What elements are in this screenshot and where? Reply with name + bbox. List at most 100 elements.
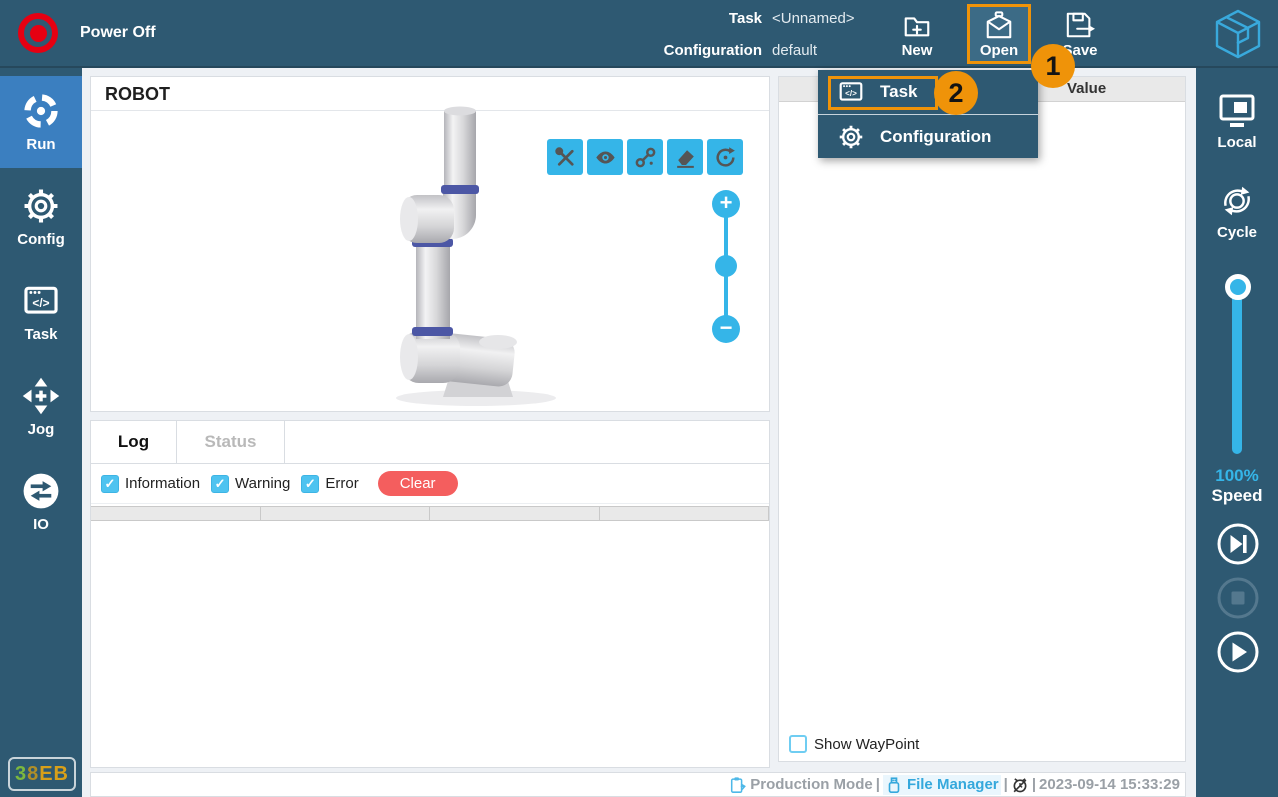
usb-drive-icon (885, 776, 903, 794)
zoom-in-button[interactable]: + (712, 190, 740, 218)
zoom-out-button[interactable]: − (712, 315, 740, 343)
menu-item-label: Configuration (880, 127, 991, 147)
eye-icon (593, 145, 618, 170)
sidebar-item-io[interactable]: IO (0, 456, 82, 548)
sidebar-item-task[interactable]: </> Task (0, 266, 82, 358)
badge-digit: EB (39, 763, 69, 786)
new-button[interactable]: New (885, 4, 949, 64)
svg-text:</>: </> (32, 296, 49, 310)
zoom-slider-handle[interactable] (715, 255, 737, 277)
visibility-button[interactable] (587, 139, 623, 175)
filter-error[interactable]: ✓ Error (301, 475, 358, 493)
sidebar-item-run[interactable]: Run (0, 76, 82, 168)
badge-digit: 3 (15, 763, 27, 786)
clear-log-button[interactable]: Clear (378, 471, 458, 496)
monitor-icon (1216, 92, 1258, 130)
hex-id-badge[interactable]: 38EB (8, 757, 76, 791)
io-swap-icon (22, 472, 60, 510)
robot-panel: ROBOT (90, 76, 770, 412)
production-mode-icon (729, 776, 747, 794)
badge-digit: 8 (27, 763, 39, 786)
log-column (430, 507, 600, 520)
waypoints-button[interactable] (627, 139, 663, 175)
open-dropdown-menu: </> Task Configuration (818, 70, 1038, 158)
local-label: Local (1217, 134, 1256, 151)
log-column (261, 507, 431, 520)
information-checkbox[interactable]: ✓ (101, 475, 119, 493)
open-button-label: Open (980, 42, 1018, 59)
local-mode-button[interactable]: Local (1196, 92, 1278, 151)
status-bar: Production Mode | File Manager | | 2023-… (90, 772, 1186, 797)
brand-cube-logo (1210, 7, 1266, 61)
tab-log[interactable]: Log (91, 421, 177, 463)
log-tabs: Log Status (91, 421, 769, 464)
sidebar-item-label: IO (33, 516, 49, 533)
log-panel: Log Status ✓ Information ✓ Warning ✓ Err… (90, 420, 770, 768)
power-status-icon (18, 13, 58, 53)
save-floppy-icon (1064, 10, 1096, 40)
right-sidebar: Local Cycle 100% Speed (1196, 68, 1278, 797)
show-waypoint-label: Show WayPoint (814, 736, 919, 753)
sidebar-item-jog[interactable]: Jog (0, 361, 82, 453)
annotation-step-2: 2 (934, 71, 978, 115)
task-meta-value: <Unnamed> (772, 10, 880, 27)
separator: | (876, 776, 880, 793)
show-waypoint-checkbox[interactable] (789, 735, 807, 753)
app-window: Power Off Task <Unnamed> Configuration d… (0, 0, 1278, 797)
sidebar-item-config[interactable]: Config (0, 171, 82, 263)
separator: | (1004, 776, 1008, 793)
value-column-header: Value (1067, 80, 1106, 97)
annotation-highlight-task (828, 76, 938, 110)
sidebar-item-label: Config (17, 231, 64, 248)
file-manager-label: File Manager (907, 776, 999, 793)
play-button[interactable] (1216, 630, 1260, 674)
rotate-view-button[interactable] (707, 139, 743, 175)
tab-status[interactable]: Status (177, 421, 285, 463)
eraser-button[interactable] (667, 139, 703, 175)
sidebar-item-label: Run (26, 136, 55, 153)
log-filters: ✓ Information ✓ Warning ✓ Error Clear (91, 464, 769, 504)
speed-slider-track[interactable] (1232, 286, 1242, 454)
gear-icon (838, 124, 864, 150)
eraser-icon (673, 145, 698, 170)
alarm-off-icon (1011, 776, 1029, 794)
filter-label: Error (325, 475, 358, 492)
open-button[interactable]: Open (967, 4, 1031, 64)
stop-button[interactable] (1216, 576, 1260, 620)
new-folder-icon (901, 10, 933, 40)
status-timestamp: 2023-09-14 15:33:29 (1039, 776, 1180, 793)
filter-label: Information (125, 475, 200, 492)
power-button[interactable]: Power Off (18, 13, 156, 53)
cycle-label: Cycle (1217, 224, 1257, 241)
speed-readout: 100% Speed (1196, 466, 1278, 506)
file-meta: Task <Unnamed> Configuration default (600, 2, 880, 66)
waypoints-icon (633, 145, 658, 170)
left-sidebar: Run Config </> Task (0, 68, 82, 797)
cycle-mode-button[interactable]: Cycle (1196, 182, 1278, 241)
log-column (600, 507, 770, 520)
annotation-step-1: 1 (1031, 44, 1075, 88)
error-checkbox[interactable]: ✓ (301, 475, 319, 493)
speed-value: 100% (1196, 466, 1278, 486)
tools-button[interactable] (547, 139, 583, 175)
top-bar: Power Off Task <Unnamed> Configuration d… (0, 0, 1278, 68)
rotate-view-icon (713, 145, 738, 170)
log-table-header (91, 506, 769, 521)
configuration-meta-label: Configuration (600, 42, 762, 59)
speed-slider-handle[interactable] (1225, 274, 1251, 300)
filter-warning[interactable]: ✓ Warning (211, 475, 290, 493)
log-column (91, 507, 261, 520)
menu-item-configuration[interactable]: Configuration (818, 114, 1038, 158)
configuration-meta-value: default (772, 42, 880, 59)
step-forward-button[interactable] (1216, 522, 1260, 566)
cycle-arrows-icon (1216, 182, 1258, 220)
production-mode-label: Production Mode (750, 776, 873, 793)
warning-checkbox[interactable]: ✓ (211, 475, 229, 493)
value-panel: Value Show WayPoint (778, 76, 1186, 762)
task-meta-label: Task (600, 10, 762, 27)
sidebar-item-label: Task (24, 326, 57, 343)
show-waypoint-toggle[interactable]: Show WayPoint (789, 735, 919, 753)
file-manager-link[interactable]: File Manager (883, 775, 1001, 795)
filter-information[interactable]: ✓ Information (101, 475, 200, 493)
speed-label: Speed (1196, 486, 1278, 506)
